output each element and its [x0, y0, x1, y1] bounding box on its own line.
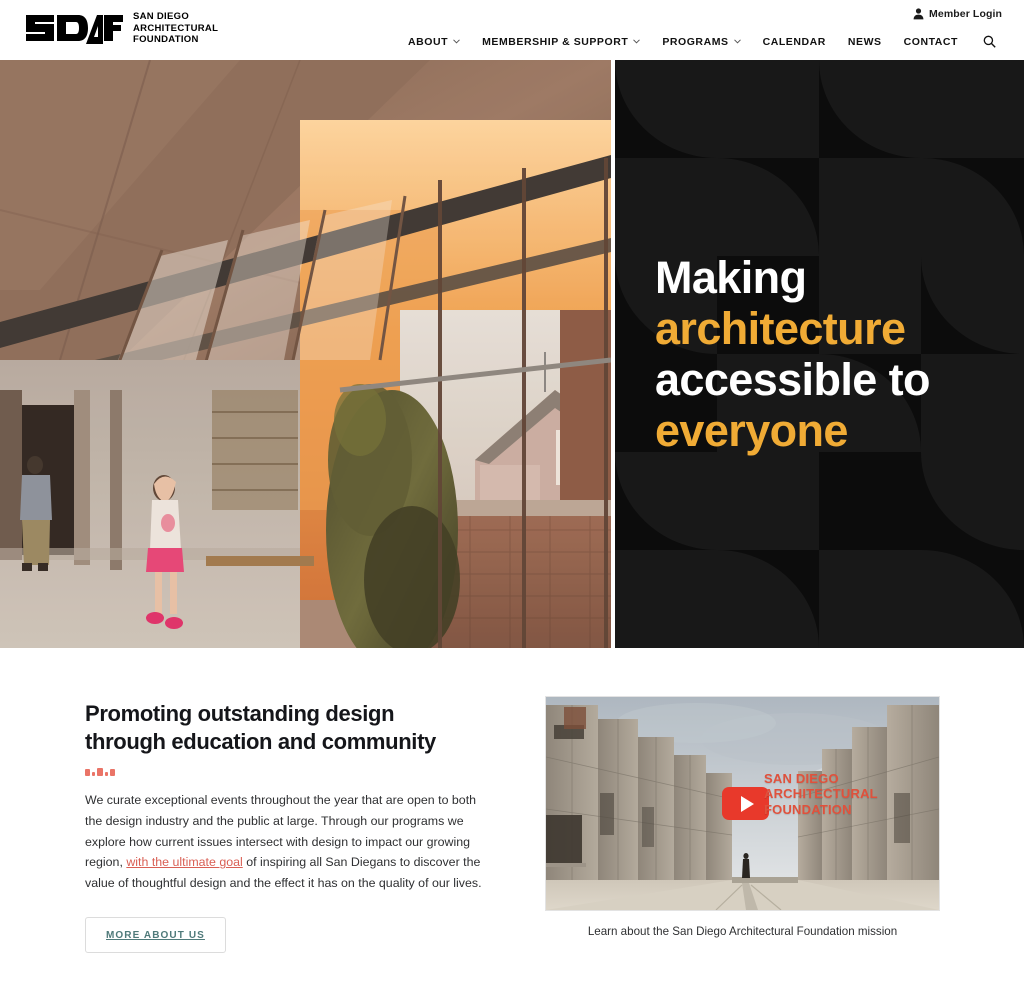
logo-line-2: Architectural: [133, 22, 219, 34]
chevron-down-icon: [733, 39, 741, 44]
site-logo[interactable]: San Diego Architectural Foundation: [24, 11, 218, 46]
chevron-down-icon: [633, 39, 641, 44]
video-brand-line-3: Foundation: [764, 801, 852, 817]
video-brand-line-1: San Diego: [764, 771, 839, 786]
nav-item-membership-support[interactable]: MEMBERSHIP & SUPPORT: [471, 34, 651, 50]
hero-line-3: accessible to: [655, 353, 930, 405]
hero-heading: Making architecture accessible to everyo…: [655, 252, 930, 456]
logo-line-3: Foundation: [133, 34, 199, 46]
video-caption: Learn about the San Diego Architectural …: [587, 925, 898, 938]
member-login-label: Member Login: [929, 8, 1002, 20]
section-title-line-2: through education and community: [85, 728, 436, 754]
nav-label: NEWS: [847, 35, 882, 48]
main-navigation: ABOUT MEMBERSHIP & SUPPORT PROGRAMS CALE…: [397, 33, 1006, 50]
sdaf-logo-icon: [26, 15, 123, 45]
search-button[interactable]: [969, 33, 1006, 50]
decorative-divider: [85, 767, 485, 776]
hero-dark-panel: Making architecture accessible to everyo…: [615, 60, 1024, 648]
chevron-down-icon: [453, 39, 460, 44]
section-title-line-1: Promoting outstanding design: [85, 701, 395, 726]
more-about-us-button[interactable]: More About Us: [85, 917, 226, 954]
site-header: San Diego Architectural Foundation Membe…: [0, 0, 1024, 60]
search-icon: [983, 35, 996, 48]
section-title: Promoting outstanding design through edu…: [85, 700, 485, 756]
nav-item-contact[interactable]: CONTACT: [893, 34, 969, 50]
nav-label: PROGRAMS: [662, 35, 729, 48]
video-player[interactable]: San Diego Architectural Foundation: [545, 696, 940, 911]
intro-text-column: Promoting outstanding design through edu…: [85, 700, 485, 954]
nav-label: ABOUT: [408, 35, 449, 48]
intro-section: Promoting outstanding design through edu…: [0, 648, 1024, 988]
section-body: We curate exceptional events throughout …: [85, 790, 485, 894]
nav-label: CONTACT: [903, 35, 958, 48]
nav-item-programs[interactable]: PROGRAMS: [651, 34, 751, 50]
nav-label: CALENDAR: [762, 35, 826, 48]
person-icon: [913, 8, 924, 20]
ultimate-goal-link[interactable]: with the ultimate goal: [126, 855, 242, 869]
nav-item-news[interactable]: NEWS: [837, 34, 893, 50]
hero-section: Making architecture accessible to everyo…: [0, 60, 1024, 648]
video-column: San Diego Architectural Foundation Learn…: [545, 696, 940, 938]
hero-photo-illustration: [0, 60, 611, 648]
video-brand-line-2: Architectural: [764, 786, 878, 802]
nav-label: MEMBERSHIP & SUPPORT: [482, 35, 629, 48]
hero-photograph: [0, 60, 611, 648]
hero-line-1: Making: [655, 252, 807, 303]
logo-line-1: San Diego: [133, 11, 190, 22]
logo-wordmark: San Diego Architectural Foundation: [133, 11, 218, 46]
video-brand-text: San Diego Architectural Foundation: [764, 771, 878, 817]
hero-line-2: architecture: [655, 302, 906, 354]
nav-item-about[interactable]: ABOUT: [397, 34, 471, 50]
youtube-play-icon[interactable]: [722, 787, 769, 820]
hero-line-4: everyone: [655, 404, 848, 456]
member-login-link[interactable]: Member Login: [913, 8, 1002, 20]
nav-item-calendar[interactable]: CALENDAR: [752, 34, 837, 50]
